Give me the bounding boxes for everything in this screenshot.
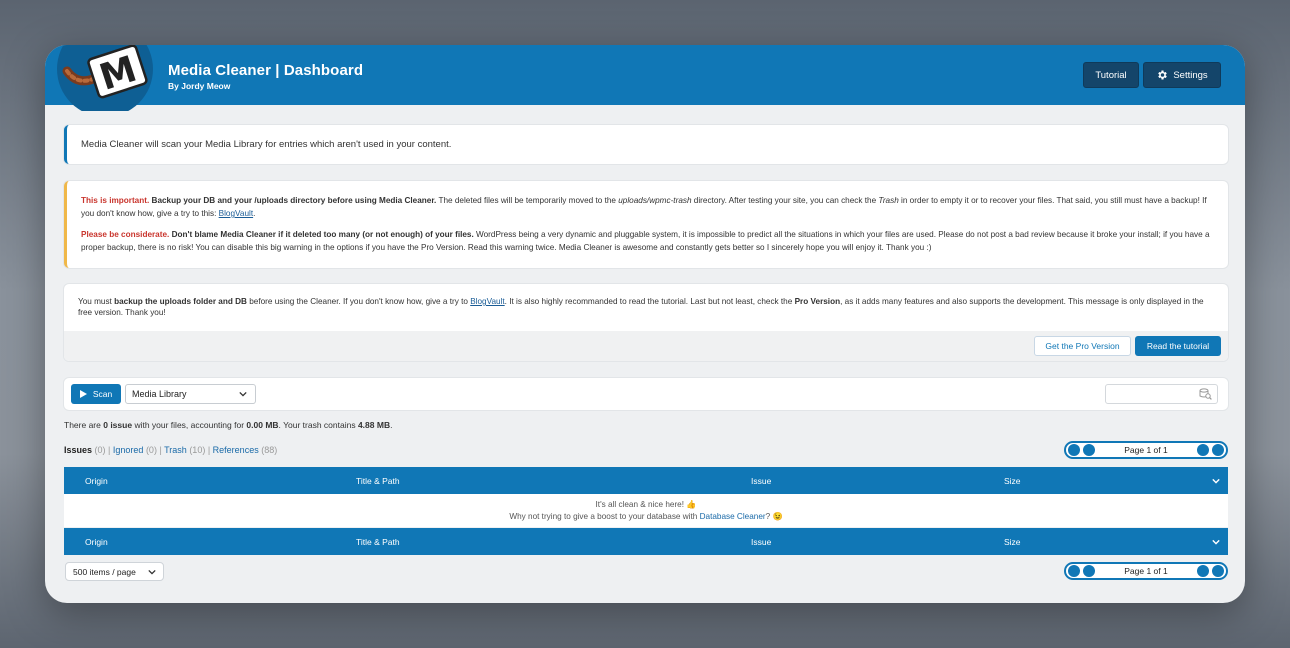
chevron-down-icon[interactable] [1212, 538, 1220, 546]
settings-button-label: Settings [1173, 69, 1208, 81]
tutorial-button-label: Tutorial [1095, 69, 1127, 81]
filter-issues[interactable]: Issues [64, 445, 92, 455]
blogvault-link[interactable]: BlogVault [470, 297, 504, 306]
blogvault-link[interactable]: BlogVault [219, 209, 253, 218]
chevron-down-icon [148, 569, 156, 575]
trash-path: uploads/wpmc-trash [618, 196, 692, 205]
notice-footer: Get the Pro Version Read the tutorial [64, 331, 1228, 361]
summary-text: There are [64, 420, 101, 430]
database-cleaner-link[interactable]: Database Cleaner [700, 512, 766, 521]
next-page-icon[interactable] [1197, 565, 1209, 577]
table-header: Origin Title & Path Issue Size [64, 467, 1228, 494]
empty-text: ? 😉 [765, 512, 783, 521]
intro-text: Media Cleaner will scan your Media Libra… [81, 139, 452, 150]
notice-text: before using the Cleaner. If you don't k… [249, 297, 468, 306]
free-notice-text: You must backup the uploads folder and D… [78, 296, 1208, 318]
warning-considerate-label: Please be considerate. [81, 230, 170, 239]
source-select-value: Media Library [132, 389, 187, 399]
warning-text: directory. After testing your site, you … [693, 196, 877, 205]
scan-button[interactable]: Scan [71, 384, 121, 404]
warning-important-label: This is important. [81, 196, 150, 205]
settings-button[interactable]: Settings [1143, 62, 1221, 88]
column-size[interactable]: Size [1004, 476, 1021, 486]
app-title: Media Cleaner | Dashboard [168, 62, 364, 79]
warning-text: The deleted files will be temporarily mo… [438, 196, 616, 205]
column-issue[interactable]: Issue [751, 537, 771, 547]
warning-backup-text: Backup your DB and your /uploads directo… [151, 196, 437, 205]
intro-notice: Media Cleaner will scan your Media Libra… [64, 125, 1228, 164]
tutorial-button[interactable]: Tutorial [1083, 62, 1139, 88]
pagination-bottom: Page 1 of 1 [1064, 562, 1228, 580]
warning-paragraph-considerate: Please be considerate. Don't blame Media… [81, 228, 1216, 254]
summary-text: with your files, accounting for [134, 420, 245, 430]
column-title-path[interactable]: Title & Path [356, 476, 400, 486]
pagination-top: Page 1 of 1 [1064, 441, 1228, 459]
scan-button-label: Scan [92, 389, 113, 399]
items-per-page-value: 500 items / page [73, 566, 136, 577]
app-header: M Media Cleaner | Dashboard By Jordy Meo… [45, 45, 1245, 111]
column-issue[interactable]: Issue [751, 476, 771, 486]
column-size[interactable]: Size [1004, 537, 1021, 547]
column-title-path[interactable]: Title & Path [356, 537, 400, 547]
filter-trash-count: (10) [189, 445, 206, 455]
filter-trash[interactable]: Trash [164, 445, 187, 455]
warning-notice: This is important. Backup your DB and yo… [64, 181, 1228, 268]
trash-size: 4.88 MB [357, 420, 391, 430]
filter-ignored[interactable]: Ignored [113, 445, 144, 455]
summary-text: . [390, 420, 393, 430]
scan-summary: There are 0 issue with your files, accou… [64, 420, 392, 430]
notice-text: . It is also highly recommanded to read … [504, 297, 793, 306]
source-select[interactable]: Media Library [125, 384, 256, 404]
empty-text: Why not trying to give a boost to your d… [509, 512, 698, 521]
column-origin[interactable]: Origin [85, 476, 108, 486]
app-window: M Media Cleaner | Dashboard By Jordy Meo… [45, 45, 1245, 603]
filter-references-count: (88) [261, 445, 278, 455]
next-page-icon[interactable] [1197, 444, 1209, 456]
notice-text: You must [78, 297, 112, 306]
items-per-page-select[interactable]: 500 items / page [65, 562, 164, 581]
chevron-down-icon [239, 391, 247, 397]
filter-issues-count: (0) [94, 445, 106, 455]
last-page-icon[interactable] [1212, 565, 1224, 577]
notice-bold: backup the uploads folder and DB [114, 297, 247, 306]
filter-references[interactable]: References [213, 445, 259, 455]
empty-line-2: Why not trying to give a boost to your d… [64, 511, 1228, 523]
summary-text: . Your trash contains [278, 420, 356, 430]
table-footer-header: Origin Title & Path Issue Size [64, 528, 1228, 555]
empty-line-1: It's all clean & nice here! 👍 [595, 500, 697, 509]
warning-paragraph-important: This is important. Backup your DB and yo… [81, 196, 1207, 218]
scan-toolbar: Scan Media Library [64, 378, 1228, 410]
free-version-notice: You must backup the uploads folder and D… [64, 284, 1228, 361]
last-page-icon[interactable] [1212, 444, 1224, 456]
app-subtitle: By Jordy Meow [168, 81, 231, 91]
database-search-icon [1199, 388, 1212, 400]
trash-word: Trash [878, 196, 899, 205]
filter-tabs: Issues (0) | Ignored (0) | Trash (10) | … [64, 445, 278, 455]
issues-size: 0.00 MB [246, 420, 279, 430]
title-block: Media Cleaner | Dashboard By Jordy Meow [168, 62, 363, 91]
play-icon [79, 390, 87, 398]
issue-count: 0 issue [103, 420, 133, 430]
warning-blame-text: Don't blame Media Cleaner if it deleted … [171, 230, 474, 239]
chevron-down-icon[interactable] [1212, 477, 1220, 485]
empty-table-message: It's all clean & nice here! 👍 Why not tr… [64, 494, 1228, 527]
get-pro-button[interactable]: Get the Pro Version [1034, 336, 1131, 356]
search-input[interactable] [1105, 384, 1218, 404]
filter-ignored-count: (0) [145, 445, 157, 455]
column-origin[interactable]: Origin [85, 537, 108, 547]
gear-icon [1158, 70, 1168, 80]
read-tutorial-button[interactable]: Read the tutorial [1135, 336, 1221, 356]
media-cleaner-logo: M [57, 45, 153, 111]
pro-version-text: Pro Version [794, 297, 841, 306]
